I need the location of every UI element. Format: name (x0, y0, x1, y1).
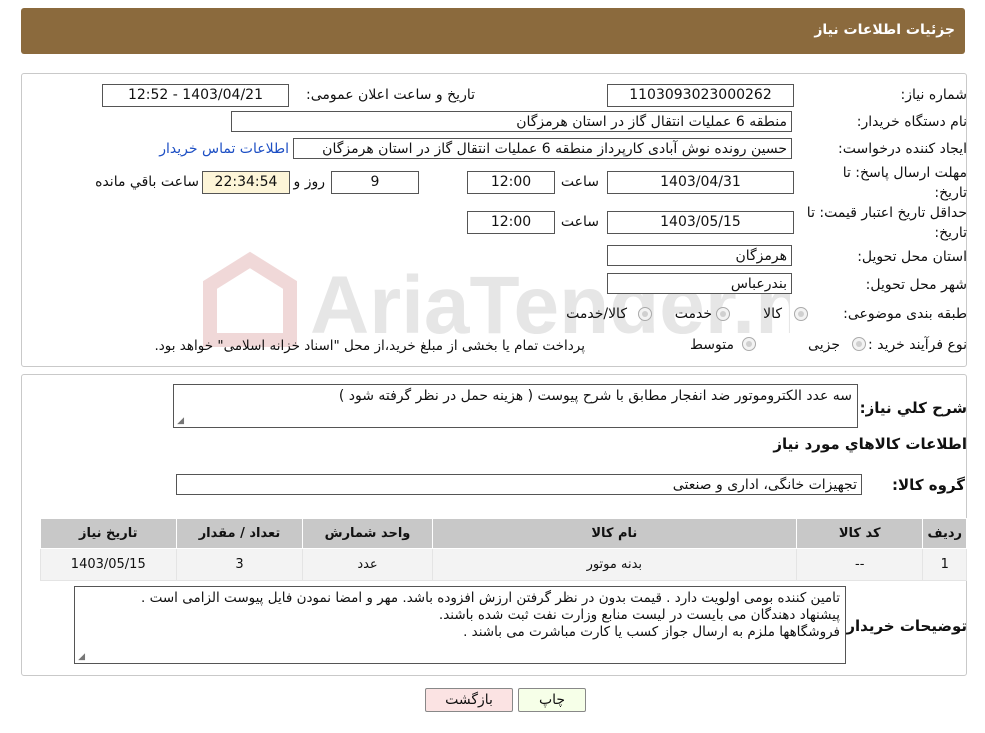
province-label: استان محل تحویل: (857, 249, 967, 265)
cell-row: 1 (922, 548, 967, 581)
category-goods-service-radio[interactable] (638, 307, 652, 321)
days-field: 9 (331, 171, 419, 194)
col-unit: واحد شمارش (302, 518, 433, 549)
deadline-date-field: 1403/04/31 (607, 171, 794, 194)
process-label: نوع فرآیند خرید : (868, 337, 967, 353)
buyer-contact-link[interactable]: اطلاعات تماس خریدار (159, 141, 289, 157)
resize-grip-icon[interactable]: ◢ (77, 653, 85, 662)
description-label: شرح كلي نياز: (859, 399, 967, 417)
cell-unit: عدد (302, 548, 433, 581)
process-minor-label: جزیی (808, 337, 840, 353)
remaining-time-field: 22:34:54 (202, 171, 290, 194)
page-header: جزئیات اطلاعات نیاز (21, 8, 965, 54)
description-textarea: سه عدد الکتروموتور ضد انفجار مطابق با شر… (173, 384, 858, 428)
print-button[interactable]: چاپ (518, 688, 586, 712)
need-number-label: شماره نیاز: (900, 87, 968, 103)
cell-code: -- (795, 548, 924, 581)
table-row: 1 -- بدنه موتور عدد 3 1403/05/15 (40, 548, 967, 581)
goods-table-header: رديف كد كالا نام كالا واحد شمارش تعداد /… (40, 518, 967, 549)
description-text: سه عدد الکتروموتور ضد انفجار مطابق با شر… (338, 388, 852, 404)
category-service-label: خدمت (674, 306, 712, 322)
announce-datetime-field: 1403/04/21 - 12:52 (102, 84, 289, 107)
price-validity-label: حداقل تاریخ اعتبار قیمت: تا (806, 205, 967, 221)
back-button[interactable]: بازگشت (425, 688, 513, 712)
category-goods-radio[interactable] (794, 307, 808, 321)
buyer-note-line: فروشگاهها ملزم به ارسال جواز کسب یا کارت… (463, 624, 840, 640)
price-validity-label-line2: تاریخ: (934, 225, 967, 241)
category-service-radio[interactable] (716, 307, 730, 321)
process-minor-radio[interactable] (852, 337, 866, 351)
days-label: روز و (293, 174, 326, 190)
announce-datetime-label: تاریخ و ساعت اعلان عمومی: (306, 87, 475, 103)
col-row: رديف (922, 518, 967, 549)
deadline-label-line2: تاریخ: (934, 185, 967, 201)
page-title: جزئیات اطلاعات نیاز (814, 22, 955, 38)
category-goods-label: کالا (763, 306, 782, 322)
col-code: كد كالا (795, 518, 924, 549)
province-field: هرمزگان (607, 245, 792, 266)
goods-group-field: تجهیزات خانگی، اداری و صنعتی (176, 474, 862, 495)
deadline-time-label: ساعت (560, 174, 599, 190)
remaining-time-label: ساعت باقي مانده (95, 174, 199, 190)
col-qty: تعداد / مقدار (175, 518, 304, 549)
col-date: تاريخ نياز (40, 518, 177, 549)
goods-table: رديف كد كالا نام كالا واحد شمارش تعداد /… (40, 518, 967, 581)
goods-group-label: گروه کالا: (892, 476, 965, 494)
resize-grip-icon[interactable]: ◢ (176, 417, 184, 426)
city-label: شهر محل تحویل: (865, 277, 967, 293)
process-medium-label: متوسط (690, 337, 734, 353)
buyer-note-line: پیشنهاد دهندگان می بایست در لیست منابع و… (438, 607, 840, 623)
goods-section-title: اطلاعات كالاهاي مورد نياز (773, 435, 967, 453)
process-medium-radio[interactable] (742, 337, 756, 351)
validity-time-field: 12:00 (467, 211, 555, 234)
validity-date-field: 1403/05/15 (607, 211, 794, 234)
cell-name: بدنه موتور (431, 548, 797, 581)
buyer-note-line: تامین کننده بومی اولویت دارد . قیمت بدون… (141, 590, 840, 606)
validity-time-label: ساعت (560, 214, 599, 230)
buyer-org-label: نام دستگاه خریدار: (856, 114, 967, 130)
cell-date: 1403/05/15 (40, 548, 177, 581)
buyer-org-field: منطقه 6 عملیات انتقال گاز در استان هرمزگ… (231, 111, 792, 132)
creator-field: حسین رونده نوش آبادی کارپرداز منطقه 6 عم… (293, 138, 792, 159)
category-goods-service-label: کالا/خدمت (566, 306, 627, 322)
category-label: طبقه بندی موضوعی: (843, 306, 967, 322)
city-field: بندرعباس (607, 273, 792, 294)
treasury-note: پرداخت تمام یا بخشی از مبلغ خرید،از محل … (154, 338, 585, 354)
cell-qty: 3 (175, 548, 304, 581)
deadline-label: مهلت ارسال پاسخ: تا (842, 165, 967, 181)
deadline-time-field: 12:00 (467, 171, 555, 194)
buyer-notes-label: توضیحات خریدار: (840, 617, 967, 635)
col-name: نام كالا (431, 518, 797, 549)
buyer-notes-textarea: تامین کننده بومی اولویت دارد . قیمت بدون… (74, 586, 846, 664)
creator-label: ایجاد کننده درخواست: (838, 141, 967, 157)
need-number-field: 1103093023000262 (607, 84, 794, 107)
